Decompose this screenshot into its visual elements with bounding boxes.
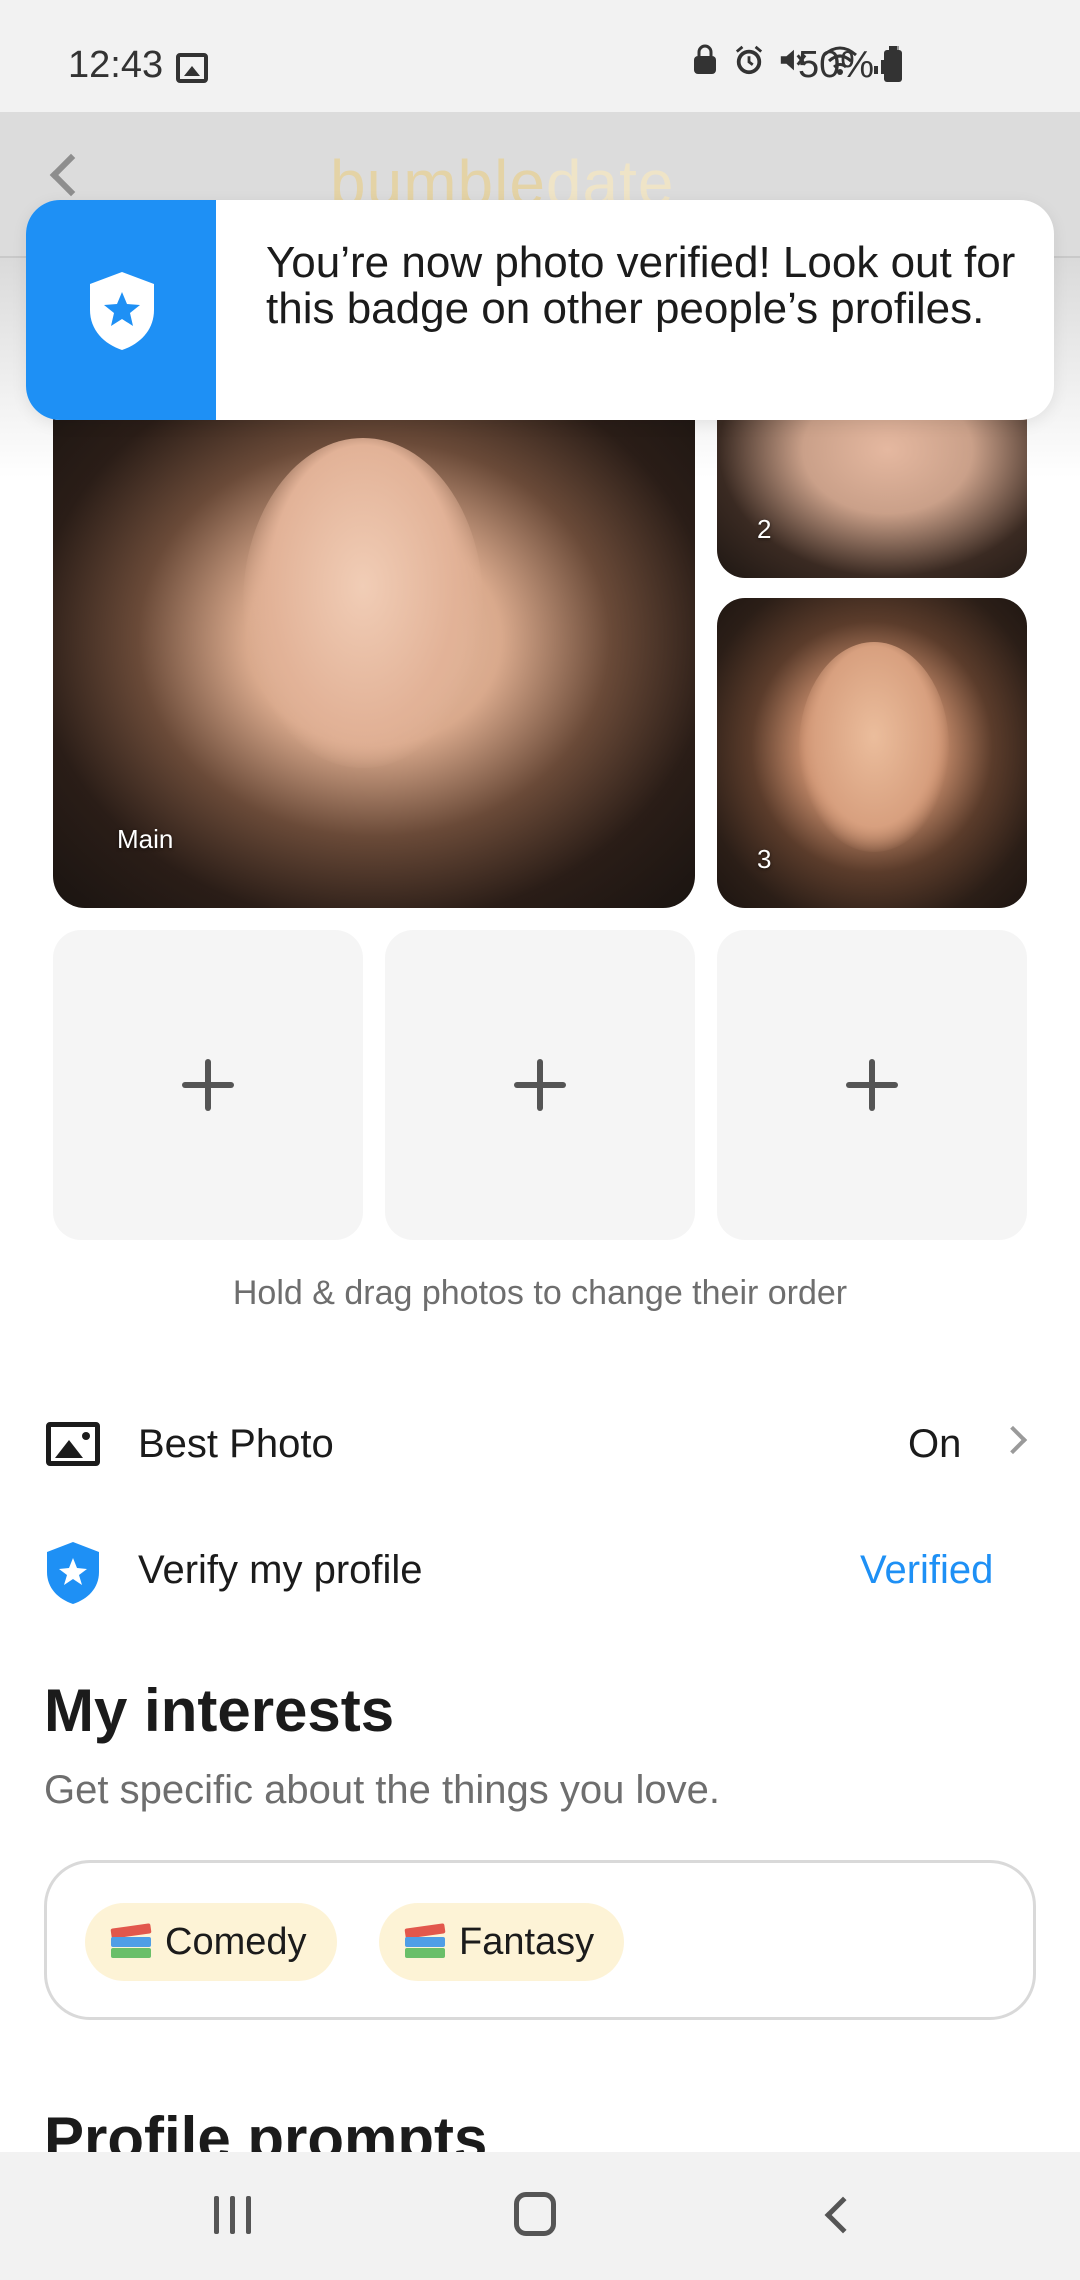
add-photo-tile[interactable]	[385, 930, 695, 1240]
verified-shield-icon	[90, 272, 154, 350]
interest-chip-label: Comedy	[165, 1920, 307, 1963]
books-icon	[403, 1922, 447, 1962]
battery-percentage: 50%	[798, 44, 875, 86]
main-photo-label: Main	[117, 824, 174, 854]
image-icon	[46, 1422, 100, 1466]
best-photo-label: Best Photo	[138, 1422, 334, 1466]
lock-icon	[694, 44, 716, 74]
add-photo-tile[interactable]	[717, 930, 1027, 1240]
interest-chip-fantasy[interactable]: Fantasy	[379, 1903, 625, 1981]
add-photo-tile[interactable]	[53, 930, 363, 1240]
plus-icon	[846, 1059, 898, 1111]
plus-icon	[182, 1059, 234, 1111]
recents-icon[interactable]	[214, 2196, 254, 2236]
verified-shield-icon	[47, 1542, 99, 1604]
books-icon	[109, 1922, 153, 1962]
interest-chip-comedy[interactable]: Comedy	[85, 1903, 337, 1981]
best-photo-value: On	[908, 1422, 962, 1466]
photo-3[interactable]: 3	[717, 598, 1027, 908]
battery-icon	[884, 46, 902, 82]
home-icon[interactable]	[514, 2192, 556, 2236]
verify-profile-label: Verify my profile	[138, 1548, 423, 1592]
best-photo-row[interactable]: Best Photo On	[0, 1392, 1080, 1492]
interest-chip-label: Fantasy	[459, 1920, 595, 1963]
main-photo[interactable]: Main	[53, 418, 695, 908]
reorder-hint: Hold & drag photos to change their order	[232, 1274, 848, 1312]
interests-title: My interests	[44, 1677, 395, 1744]
interests-subtitle: Get specific about the things you love.	[44, 1768, 720, 1812]
toast-message: You’re now photo verified! Look out for …	[266, 238, 1016, 333]
status-time: 12:43	[68, 44, 164, 86]
chevron-right-icon	[998, 1425, 1028, 1455]
toast-icon-area	[26, 200, 216, 420]
photo-3-label: 3	[757, 844, 772, 874]
gallery-icon	[176, 53, 208, 83]
verification-toast[interactable]: You’re now photo verified! Look out for …	[26, 200, 1054, 420]
plus-icon	[514, 1059, 566, 1111]
system-nav-bar	[0, 2152, 1080, 2280]
back-icon[interactable]	[824, 2196, 862, 2234]
interests-box[interactable]: Comedy Fantasy	[44, 1860, 1036, 2020]
verify-status: Verified	[860, 1548, 994, 1592]
main-photo-face	[243, 438, 483, 768]
status-bar: 12:43 50%	[0, 0, 1080, 112]
verify-profile-row[interactable]: Verify my profile Verified	[0, 1518, 1080, 1618]
photo-2[interactable]: 2	[717, 418, 1027, 578]
photo-2-label: 2	[757, 514, 772, 544]
alarm-icon	[735, 45, 763, 75]
photo-3-face	[799, 642, 949, 852]
